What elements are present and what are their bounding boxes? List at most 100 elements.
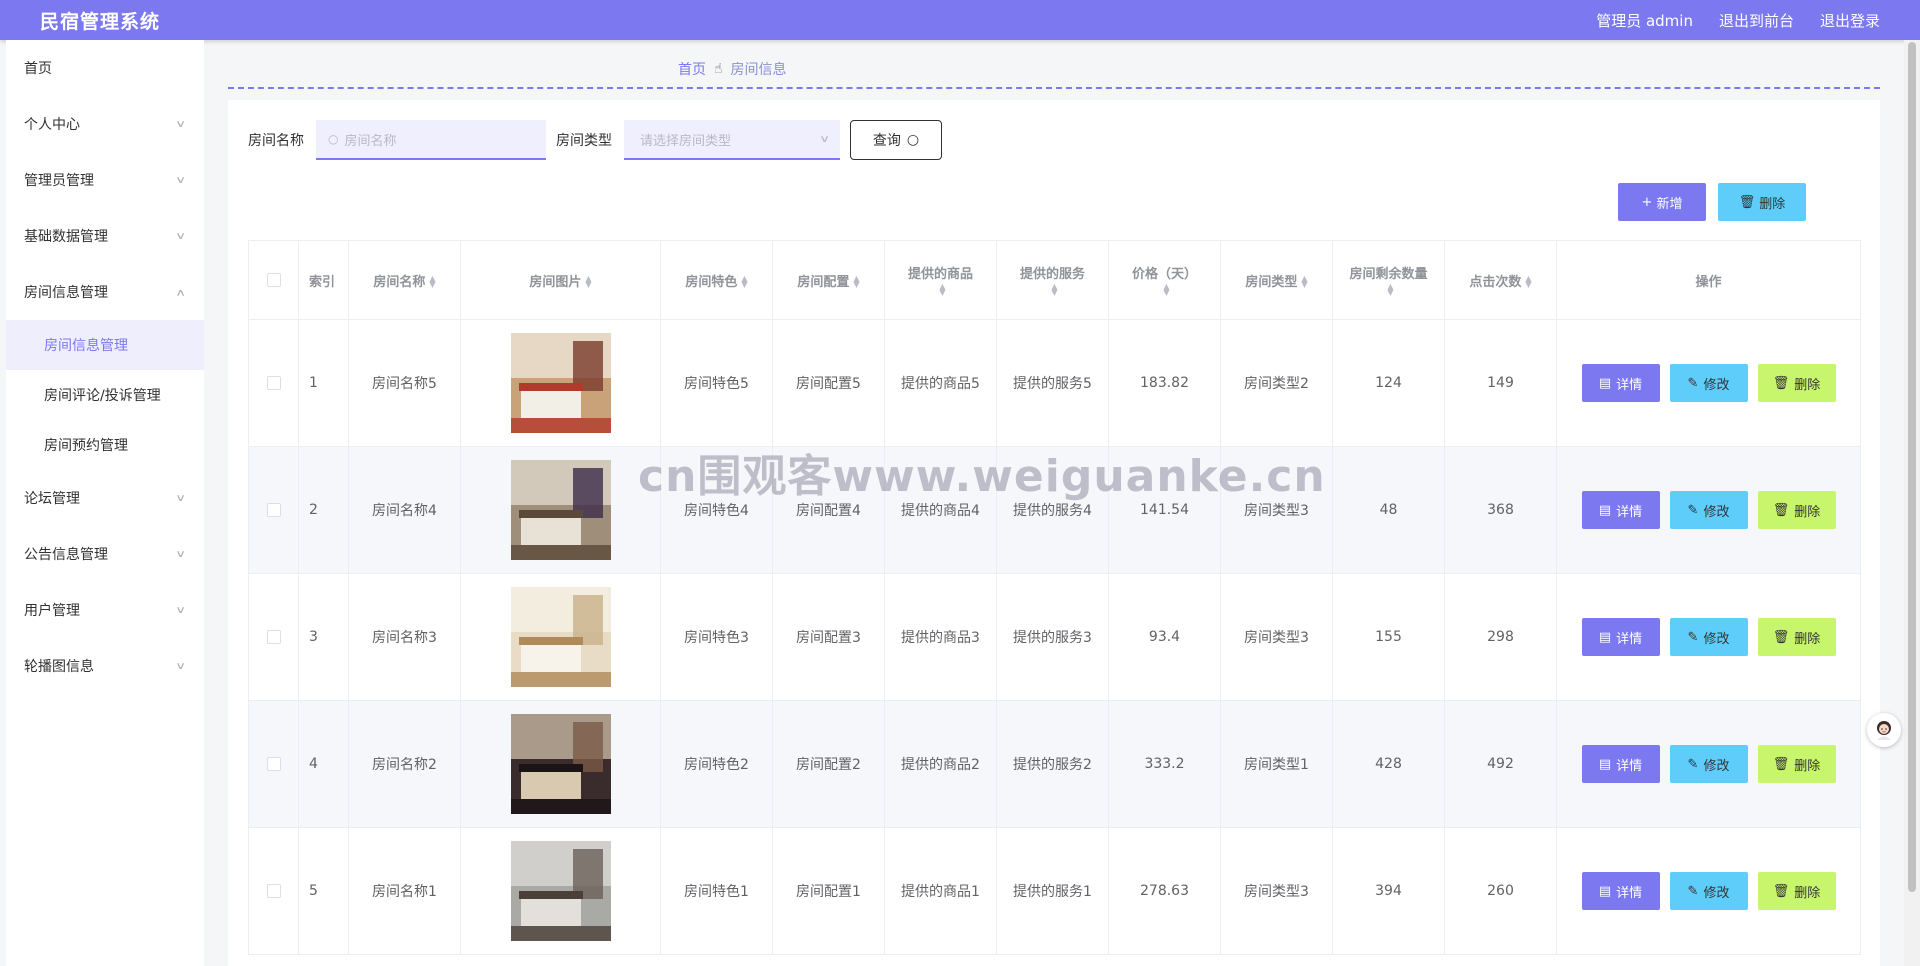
detail-label: 详情 <box>1616 377 1643 393</box>
room-photo[interactable] <box>510 333 611 433</box>
detail-label: 详情 <box>1616 504 1643 520</box>
remaining-cell: 155 <box>1332 573 1445 701</box>
room-photo[interactable] <box>510 587 611 687</box>
add-button[interactable]: + 新增 <box>1618 183 1706 221</box>
batch-delete-button[interactable]: 🗑 删除 <box>1718 183 1806 221</box>
search-bar: 房间名称 ○ 房间名称 房间类型 请选择房间类型 ∨ 查询 ○ <box>248 120 942 160</box>
room-photo[interactable] <box>510 714 611 814</box>
select-all-checkbox[interactable] <box>266 273 281 287</box>
column-header[interactable]: 房间类型 ▲ ▼ <box>1220 240 1333 320</box>
delete-button[interactable]: 🗑 删除 <box>1757 745 1836 783</box>
remaining-cell: 394 <box>1332 827 1445 955</box>
sort-icon[interactable]: ▲ ▼ <box>1163 282 1169 296</box>
delete-button[interactable]: 🗑 删除 <box>1757 364 1836 402</box>
edit-button[interactable]: ✎ 修改 <box>1669 618 1748 656</box>
service-cell: 提供的服务4 <box>996 446 1109 574</box>
main-content: 首页 ☝ 房间信息 房间名称 ○ 房间名称 房间类型 请选择房间类型 ∨ 查询 … <box>204 40 1904 966</box>
room-name-cell: 房间名称3 <box>348 573 461 701</box>
room-photo[interactable] <box>510 460 611 560</box>
edit-button[interactable]: ✎ 修改 <box>1669 872 1748 910</box>
trash-icon: 🗑 <box>1772 502 1790 518</box>
config-cell: 房间配置3 <box>772 573 885 701</box>
service-cell: 提供的服务5 <box>996 319 1109 447</box>
search-icon: ○ <box>906 132 920 148</box>
sidebar-item-home[interactable]: 首页 <box>6 40 204 96</box>
sidebar-item-carousel[interactable]: 轮播图信息 ∨ <box>6 638 204 694</box>
edit-button[interactable]: ✎ 修改 <box>1669 491 1748 529</box>
query-button[interactable]: 查询 ○ <box>850 120 942 160</box>
scrollbar-thumb[interactable] <box>1908 42 1916 892</box>
sidebar-item-admins[interactable]: 管理员管理 ∨ <box>6 152 204 208</box>
sidebar-item-profile[interactable]: 个人中心 ∨ <box>6 96 204 152</box>
edit-button[interactable]: ✎ 修改 <box>1669 364 1748 402</box>
sidebar-item-users[interactable]: 用户管理 ∨ <box>6 582 204 638</box>
sort-icon[interactable]: ▲ ▼ <box>741 275 747 289</box>
detail-button[interactable]: ▤ 详情 <box>1581 364 1660 402</box>
column-header[interactable]: 房间配置 ▲ ▼ <box>772 240 885 320</box>
page-scrollbar[interactable] <box>1904 40 1920 966</box>
sort-icon[interactable]: ▲ ▼ <box>853 275 859 289</box>
column-header[interactable]: 点击次数 ▲ ▼ <box>1444 240 1557 320</box>
operations-cell: ▤ 详情 ✎ 修改 🗑 删除 <box>1556 446 1861 574</box>
room-table: 索引 房间名称 ▲ ▼ 房间图片 ▲ ▼ 房间特色 ▲ ▼ 房间配置 ▲ ▼ 提供的商品 ▲ ▼ 提… <box>248 240 1861 955</box>
sidebar-subitem-room-booking[interactable]: 房间预约管理 <box>6 420 204 470</box>
chevron-down-icon: ∨ <box>174 604 186 616</box>
sort-icon[interactable]: ▲ ▼ <box>1525 275 1531 289</box>
edit-label: 修改 <box>1703 377 1730 393</box>
header-label: 价格（天） <box>1131 267 1197 282</box>
row-checkbox[interactable] <box>266 630 281 644</box>
header-actions: 管理员 admin 退出到前台 退出登录 <box>1596 10 1880 31</box>
room-photo[interactable] <box>510 841 611 941</box>
room-name-input[interactable]: ○ 房间名称 <box>316 120 546 160</box>
sort-icon[interactable]: ▲ ▼ <box>1051 282 1057 296</box>
row-checkbox[interactable] <box>266 884 281 898</box>
row-select-cell <box>248 827 299 955</box>
row-checkbox[interactable] <box>266 503 281 517</box>
delete-button[interactable]: 🗑 删除 <box>1757 618 1836 656</box>
clicks-cell: 149 <box>1444 319 1557 447</box>
pencil-icon: ✎ <box>1687 502 1699 518</box>
column-header[interactable]: 提供的商品 ▲ ▼ <box>884 240 997 320</box>
column-header[interactable]: 提供的服务 ▲ ▼ <box>996 240 1109 320</box>
detail-button[interactable]: ▤ 详情 <box>1581 491 1660 529</box>
price-cell: 183.82 <box>1108 319 1221 447</box>
table-row: 5 房间名称1 房间特色1 房间配置1 提供的商品1 提供的服务1 278.63 房间类型3 3… <box>248 827 1861 955</box>
sidebar-subitem-room-comments[interactable]: 房间评论/投诉管理 <box>6 370 204 420</box>
room-name-placeholder: 房间名称 <box>344 133 397 149</box>
row-checkbox[interactable] <box>266 757 281 771</box>
operations-cell: ▤ 详情 ✎ 修改 🗑 删除 <box>1556 827 1861 955</box>
sidebar-item-base-data[interactable]: 基础数据管理 ∨ <box>6 208 204 264</box>
detail-button[interactable]: ▤ 详情 <box>1581 745 1660 783</box>
index-cell: 5 <box>298 827 349 955</box>
row-checkbox[interactable] <box>266 376 281 390</box>
sidebar: 首页 个人中心 ∨ 管理员管理 ∨ 基础数据管理 ∨ 房间信息管理 ∨ 房间信息… <box>6 40 204 966</box>
exit-to-front-link[interactable]: 退出到前台 <box>1719 10 1794 31</box>
room-type-select[interactable]: 请选择房间类型 ∨ <box>624 120 840 160</box>
room-name-cell: 房间名称1 <box>348 827 461 955</box>
column-header[interactable]: 房间剩余数量 ▲ ▼ <box>1332 240 1445 320</box>
sort-icon[interactable]: ▲ ▼ <box>939 282 945 296</box>
edit-button[interactable]: ✎ 修改 <box>1669 745 1748 783</box>
header-label: 房间图片 <box>529 274 582 290</box>
delete-button[interactable]: 🗑 删除 <box>1757 872 1836 910</box>
sidebar-item-rooms[interactable]: 房间信息管理 ∨ <box>6 264 204 320</box>
sort-icon[interactable]: ▲ ▼ <box>429 275 435 289</box>
logout-link[interactable]: 退出登录 <box>1820 10 1880 31</box>
sort-icon[interactable]: ▲ ▼ <box>585 275 591 289</box>
room-photo-cell <box>460 319 661 447</box>
sort-icon[interactable]: ▲ ▼ <box>1387 282 1393 296</box>
column-header[interactable]: 房间名称 ▲ ▼ <box>348 240 461 320</box>
breadcrumb-home[interactable]: 首页 <box>678 59 706 79</box>
sidebar-subitem-room-info[interactable]: 房间信息管理 <box>6 320 204 370</box>
sidebar-item-forum[interactable]: 论坛管理 ∨ <box>6 470 204 526</box>
detail-button[interactable]: ▤ 详情 <box>1581 872 1660 910</box>
sidebar-item-notices[interactable]: 公告信息管理 ∨ <box>6 526 204 582</box>
chat-avatar-button[interactable] <box>1867 713 1901 747</box>
sort-icon[interactable]: ▲ ▼ <box>1301 275 1307 289</box>
admin-label[interactable]: 管理员 admin <box>1596 10 1693 31</box>
detail-button[interactable]: ▤ 详情 <box>1581 618 1660 656</box>
delete-button[interactable]: 🗑 删除 <box>1757 491 1836 529</box>
column-header[interactable]: 房间图片 ▲ ▼ <box>460 240 661 320</box>
column-header[interactable]: 价格（天） ▲ ▼ <box>1108 240 1221 320</box>
column-header[interactable]: 房间特色 ▲ ▼ <box>660 240 773 320</box>
